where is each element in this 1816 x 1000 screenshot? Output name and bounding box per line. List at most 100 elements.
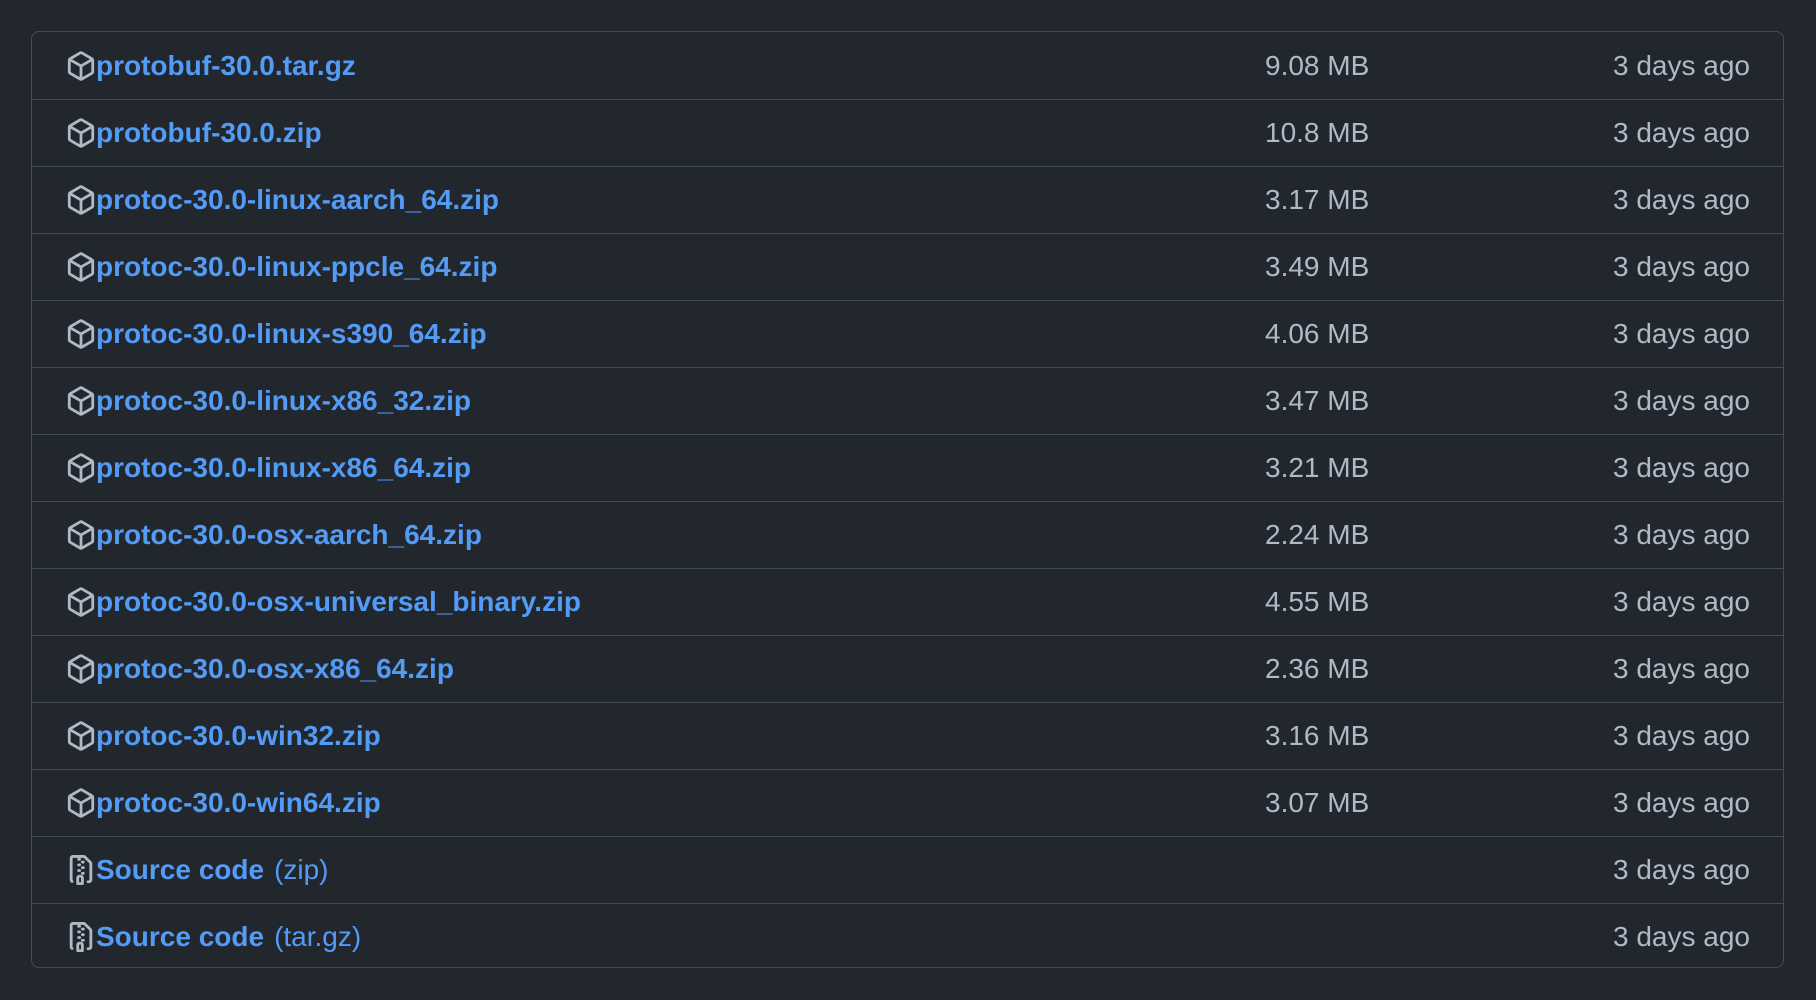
asset-name-cell: protobuf-30.0.zip: [66, 100, 322, 166]
asset-link[interactable]: protoc-30.0-win32.zip: [96, 720, 381, 752]
asset-name-cell: protoc-30.0-osx-x86_64.zip: [66, 636, 454, 702]
asset-date: 3 days ago: [1613, 519, 1750, 550]
asset-size: 3.47 MB: [1265, 385, 1370, 416]
package-icon: [66, 720, 96, 752]
asset-row: protoc-30.0-win32.zip 3.16 MB 3 days ago: [32, 702, 1783, 769]
asset-link[interactable]: protoc-30.0-osx-x86_64.zip: [96, 653, 454, 685]
release-assets-list: protobuf-30.0.tar.gz 9.08 MB 3 days ago …: [31, 31, 1784, 968]
asset-size: 3.07 MB: [1265, 787, 1370, 818]
asset-name: protoc-30.0-linux-aarch_64.zip: [96, 184, 500, 215]
asset-link[interactable]: protoc-30.0-linux-ppcle_64.zip: [96, 251, 497, 283]
asset-link[interactable]: protoc-30.0-linux-aarch_64.zip: [96, 184, 499, 216]
asset-name-cell: protoc-30.0-linux-ppcle_64.zip: [66, 234, 497, 300]
asset-row: protoc-30.0-osx-universal_binary.zip 4.5…: [32, 568, 1783, 635]
package-icon: [66, 251, 96, 283]
asset-date: 3 days ago: [1613, 251, 1750, 282]
asset-row: protoc-30.0-linux-ppcle_64.zip 3.49 MB 3…: [32, 233, 1783, 300]
asset-size: 2.36 MB: [1265, 653, 1370, 684]
asset-link[interactable]: Source code (zip): [96, 854, 329, 886]
package-icon: [66, 318, 96, 350]
asset-name-cell: protoc-30.0-osx-universal_binary.zip: [66, 569, 581, 635]
asset-name: protoc-30.0-linux-ppcle_64.zip: [96, 251, 498, 282]
package-icon: [66, 653, 96, 685]
asset-size: 4.55 MB: [1265, 586, 1370, 617]
asset-link[interactable]: protoc-30.0-win64.zip: [96, 787, 381, 819]
asset-format: (tar.gz): [274, 921, 362, 952]
asset-date: 3 days ago: [1613, 385, 1750, 416]
asset-name: Source code: [96, 854, 265, 885]
asset-size: 10.8 MB: [1265, 117, 1370, 148]
asset-name: protoc-30.0-linux-x86_64.zip: [96, 452, 472, 483]
asset-size: 3.16 MB: [1265, 720, 1370, 751]
asset-link[interactable]: protoc-30.0-linux-x86_64.zip: [96, 452, 471, 484]
asset-name: protobuf-30.0.tar.gz: [96, 49, 356, 81]
asset-row: protobuf-30.0.tar.gz 9.08 MB 3 days ago: [32, 32, 1783, 99]
package-icon: [66, 385, 96, 417]
asset-name-cell: protoc-30.0-win64.zip: [66, 770, 381, 836]
asset-name: protoc-30.0-win64.zip: [96, 787, 381, 818]
asset-date: 3 days ago: [1613, 653, 1750, 684]
asset-name: protoc-30.0-osx-x86_64.zip: [96, 653, 454, 684]
asset-size: 3.17 MB: [1265, 184, 1370, 215]
asset-date: 3 days ago: [1613, 318, 1750, 349]
asset-name: protobuf-30.0.zip: [96, 117, 322, 148]
asset-row: protoc-30.0-win64.zip 3.07 MB 3 days ago: [32, 769, 1783, 836]
asset-name-cell: Source code (zip): [66, 837, 329, 903]
asset-name: protoc-30.0-osx-aarch_64.zip: [96, 519, 482, 550]
asset-size: 9.08 MB: [1265, 49, 1370, 81]
asset-row: protoc-30.0-osx-x86_64.zip 2.36 MB 3 day…: [32, 635, 1783, 702]
package-icon: [66, 519, 96, 551]
asset-row: Source code (tar.gz) 3 days ago: [32, 903, 1783, 967]
asset-row: protoc-30.0-osx-aarch_64.zip 2.24 MB 3 d…: [32, 501, 1783, 568]
asset-name: protoc-30.0-win32.zip: [96, 720, 381, 751]
asset-date: 3 days ago: [1613, 184, 1750, 215]
asset-link[interactable]: protoc-30.0-osx-universal_binary.zip: [96, 586, 581, 618]
asset-name-cell: protoc-30.0-linux-x86_32.zip: [66, 368, 471, 434]
asset-name-cell: Source code (tar.gz): [66, 904, 361, 967]
asset-link[interactable]: protoc-30.0-linux-x86_32.zip: [96, 385, 471, 417]
asset-date: 3 days ago: [1613, 787, 1750, 818]
asset-link[interactable]: protoc-30.0-osx-aarch_64.zip: [96, 519, 482, 551]
asset-link[interactable]: Source code (tar.gz): [96, 921, 361, 953]
package-icon: [66, 184, 96, 216]
file-zip-icon: [66, 921, 96, 953]
asset-row: Source code (zip) 3 days ago: [32, 836, 1783, 903]
asset-row: protoc-30.0-linux-s390_64.zip 4.06 MB 3 …: [32, 300, 1783, 367]
asset-format: (zip): [274, 854, 329, 885]
asset-date: 3 days ago: [1613, 49, 1750, 81]
package-icon: [66, 787, 96, 819]
package-icon: [66, 117, 96, 149]
asset-name-cell: protoc-30.0-win32.zip: [66, 703, 381, 769]
asset-row: protoc-30.0-linux-x86_64.zip 3.21 MB 3 d…: [32, 434, 1783, 501]
package-icon: [66, 50, 96, 82]
package-icon: [66, 586, 96, 618]
asset-date: 3 days ago: [1613, 117, 1750, 148]
asset-name-cell: protoc-30.0-linux-x86_64.zip: [66, 435, 471, 501]
asset-row: protoc-30.0-linux-x86_32.zip 3.47 MB 3 d…: [32, 367, 1783, 434]
asset-date: 3 days ago: [1613, 854, 1750, 885]
package-icon: [66, 452, 96, 484]
asset-name: Source code: [96, 921, 265, 952]
asset-row: protobuf-30.0.zip 10.8 MB 3 days ago: [32, 99, 1783, 166]
asset-size: 2.24 MB: [1265, 519, 1370, 550]
asset-link[interactable]: protoc-30.0-linux-s390_64.zip: [96, 318, 487, 350]
asset-row: protoc-30.0-linux-aarch_64.zip 3.17 MB 3…: [32, 166, 1783, 233]
asset-name-cell: protoc-30.0-linux-s390_64.zip: [66, 301, 487, 367]
asset-link[interactable]: protobuf-30.0.zip: [96, 117, 322, 149]
asset-date: 3 days ago: [1613, 921, 1750, 952]
asset-name: protoc-30.0-linux-x86_32.zip: [96, 385, 472, 416]
asset-name-cell: protoc-30.0-linux-aarch_64.zip: [66, 167, 499, 233]
file-zip-icon: [66, 854, 96, 886]
asset-size: 3.21 MB: [1265, 452, 1370, 483]
asset-name-cell: protobuf-30.0.tar.gz: [66, 32, 356, 99]
asset-link[interactable]: protobuf-30.0.tar.gz: [96, 50, 356, 82]
asset-name: protoc-30.0-osx-universal_binary.zip: [96, 586, 581, 617]
asset-date: 3 days ago: [1613, 586, 1750, 617]
asset-list: protobuf-30.0.tar.gz 9.08 MB 3 days ago …: [32, 32, 1783, 967]
asset-name: protoc-30.0-linux-s390_64.zip: [96, 318, 487, 349]
asset-date: 3 days ago: [1613, 720, 1750, 751]
asset-size: 4.06 MB: [1265, 318, 1370, 349]
asset-date: 3 days ago: [1613, 452, 1750, 483]
asset-size: 3.49 MB: [1265, 251, 1370, 282]
asset-name-cell: protoc-30.0-osx-aarch_64.zip: [66, 502, 482, 568]
